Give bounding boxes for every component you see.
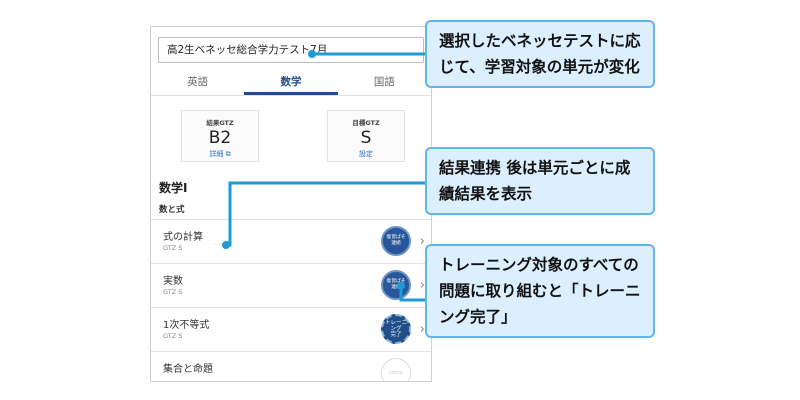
connector-lines <box>222 50 426 302</box>
connector-line-2 <box>226 181 426 247</box>
connector-dot-1 <box>308 50 316 58</box>
callout-test-selection: 選択したベネッセテストに応じて、学習対象の単元が変化 <box>425 20 655 88</box>
callout-result-link: 結果連携 後は単元ごとに成績結果を表示 <box>425 147 655 215</box>
callout-training-complete: トレーニング対象のすべての問題に取り組むと「トレーニング完了」 <box>425 244 655 338</box>
connector-dot-2 <box>222 241 230 249</box>
connector-dot-3 <box>397 282 405 290</box>
connector-line-3 <box>399 286 426 302</box>
